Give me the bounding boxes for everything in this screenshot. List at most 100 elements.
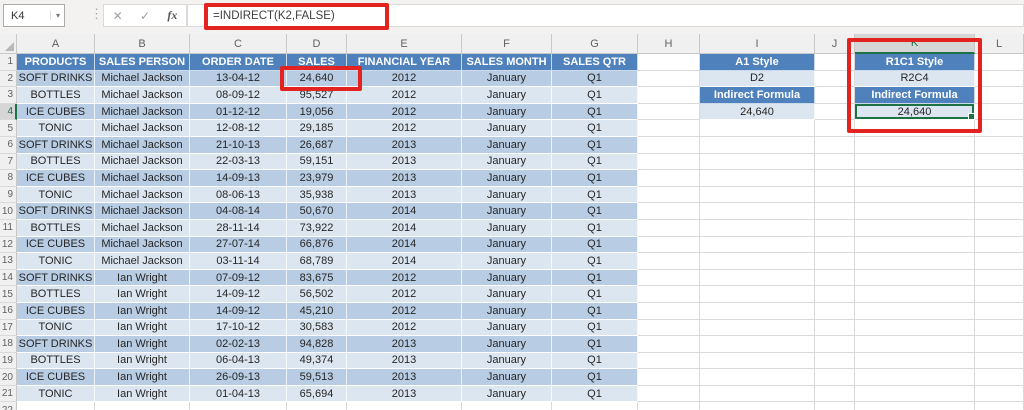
cell-G2[interactable]: Q1 xyxy=(552,70,638,88)
cell-I20[interactable] xyxy=(700,369,815,386)
cell-H17[interactable] xyxy=(638,319,700,337)
cell-E7[interactable]: 2013 xyxy=(347,153,462,171)
cell-L5[interactable] xyxy=(975,120,1024,137)
row-header-6[interactable]: 6 xyxy=(0,136,17,154)
cell-I19[interactable] xyxy=(700,352,815,370)
cell-L1[interactable] xyxy=(975,54,1024,71)
cell-G15[interactable]: Q1 xyxy=(552,286,638,303)
cell-B13[interactable]: Michael Jackson xyxy=(95,253,190,270)
cell-G11[interactable]: Q1 xyxy=(552,219,638,237)
cell-H13[interactable] xyxy=(638,253,700,270)
cell-J9[interactable] xyxy=(815,186,855,204)
cell-L2[interactable] xyxy=(975,70,1024,88)
cell-H16[interactable] xyxy=(638,302,700,320)
cell-H7[interactable] xyxy=(638,153,700,171)
row-header-4[interactable]: 4 xyxy=(0,103,17,121)
cell-D18[interactable]: 94,828 xyxy=(287,336,347,353)
row-header-21[interactable]: 21 xyxy=(0,385,17,403)
cell-F10[interactable]: January xyxy=(462,203,552,220)
cell-G9[interactable]: Q1 xyxy=(552,186,638,204)
cell-K22[interactable] xyxy=(855,402,975,410)
cell-L19[interactable] xyxy=(975,352,1024,370)
cell-B10[interactable]: Michael Jackson xyxy=(95,203,190,220)
cell-E13[interactable]: 2014 xyxy=(347,253,462,270)
cell-D7[interactable]: 59,151 xyxy=(287,153,347,171)
cell-I18[interactable] xyxy=(700,336,815,353)
cell-D12[interactable]: 66,876 xyxy=(287,236,347,254)
cell-D20[interactable]: 59,513 xyxy=(287,369,347,386)
cell-A2[interactable]: SOFT DRINKS xyxy=(17,70,95,88)
cell-L6[interactable] xyxy=(975,136,1024,154)
cell-I6[interactable] xyxy=(700,136,815,154)
cell-B17[interactable]: Ian Wright xyxy=(95,319,190,337)
row-header-1[interactable]: 1 xyxy=(0,54,17,71)
cell-I13[interactable] xyxy=(700,253,815,270)
row-header-13[interactable]: 13 xyxy=(0,253,17,270)
cell-C18[interactable]: 02-02-13 xyxy=(190,336,287,353)
cell-C14[interactable]: 07-09-12 xyxy=(190,269,287,287)
cell-D15[interactable]: 56,502 xyxy=(287,286,347,303)
cell-I1[interactable]: A1 Style xyxy=(700,54,815,71)
cell-E12[interactable]: 2014 xyxy=(347,236,462,254)
cell-H4[interactable] xyxy=(638,103,700,121)
cell-I3[interactable]: Indirect Formula xyxy=(700,87,815,104)
row-header-9[interactable]: 9 xyxy=(0,186,17,204)
cell-L13[interactable] xyxy=(975,253,1024,270)
cell-L17[interactable] xyxy=(975,319,1024,337)
cell-J4[interactable] xyxy=(815,103,855,121)
cell-F21[interactable]: January xyxy=(462,385,552,403)
enter-icon[interactable]: ✓ xyxy=(140,9,150,23)
cell-B5[interactable]: Michael Jackson xyxy=(95,120,190,137)
column-header-E[interactable]: E xyxy=(347,34,462,54)
column-header-D[interactable]: D xyxy=(287,34,347,54)
cell-K15[interactable] xyxy=(855,286,975,303)
cell-K19[interactable] xyxy=(855,352,975,370)
cell-F5[interactable]: January xyxy=(462,120,552,137)
column-header-I[interactable]: I xyxy=(700,34,815,54)
cell-J14[interactable] xyxy=(815,269,855,287)
cell-J16[interactable] xyxy=(815,302,855,320)
cell-E6[interactable]: 2013 xyxy=(347,136,462,154)
cell-F12[interactable]: January xyxy=(462,236,552,254)
cell-A14[interactable]: SOFT DRINKS xyxy=(17,269,95,287)
cell-C6[interactable]: 21-10-13 xyxy=(190,136,287,154)
cell-L3[interactable] xyxy=(975,87,1024,104)
cell-C4[interactable]: 01-12-12 xyxy=(190,103,287,121)
cell-A8[interactable]: ICE CUBES xyxy=(17,170,95,187)
column-header-G[interactable]: G xyxy=(552,34,638,54)
cell-C21[interactable]: 01-04-13 xyxy=(190,385,287,403)
cell-G7[interactable]: Q1 xyxy=(552,153,638,171)
cell-J7[interactable] xyxy=(815,153,855,171)
cell-K21[interactable] xyxy=(855,385,975,403)
cell-I2[interactable]: D2 xyxy=(700,70,815,88)
cell-K20[interactable] xyxy=(855,369,975,386)
cell-E2[interactable]: 2012 xyxy=(347,70,462,88)
cell-B6[interactable]: Michael Jackson xyxy=(95,136,190,154)
cell-E16[interactable]: 2012 xyxy=(347,302,462,320)
cell-F4[interactable]: January xyxy=(462,103,552,121)
cell-C7[interactable]: 22-03-13 xyxy=(190,153,287,171)
row-header-5[interactable]: 5 xyxy=(0,120,17,137)
cell-H21[interactable] xyxy=(638,385,700,403)
cell-I16[interactable] xyxy=(700,302,815,320)
cell-A16[interactable]: ICE CUBES xyxy=(17,302,95,320)
row-header-17[interactable]: 17 xyxy=(0,319,17,337)
cell-C3[interactable]: 08-09-12 xyxy=(190,87,287,104)
cell-L4[interactable] xyxy=(975,103,1024,121)
cell-H14[interactable] xyxy=(638,269,700,287)
cell-D6[interactable]: 26,687 xyxy=(287,136,347,154)
cell-C2[interactable]: 13-04-12 xyxy=(190,70,287,88)
select-all-corner[interactable] xyxy=(0,34,17,54)
cell-A22[interactable] xyxy=(17,402,95,410)
cell-J20[interactable] xyxy=(815,369,855,386)
cell-I12[interactable] xyxy=(700,236,815,254)
cell-J17[interactable] xyxy=(815,319,855,337)
row-header-22[interactable]: 22 xyxy=(0,402,17,410)
cell-G13[interactable]: Q1 xyxy=(552,253,638,270)
row-header-16[interactable]: 16 xyxy=(0,302,17,320)
cell-A15[interactable]: BOTTLES xyxy=(17,286,95,303)
cell-K18[interactable] xyxy=(855,336,975,353)
cell-F11[interactable]: January xyxy=(462,219,552,237)
cell-F17[interactable]: January xyxy=(462,319,552,337)
cell-L20[interactable] xyxy=(975,369,1024,386)
